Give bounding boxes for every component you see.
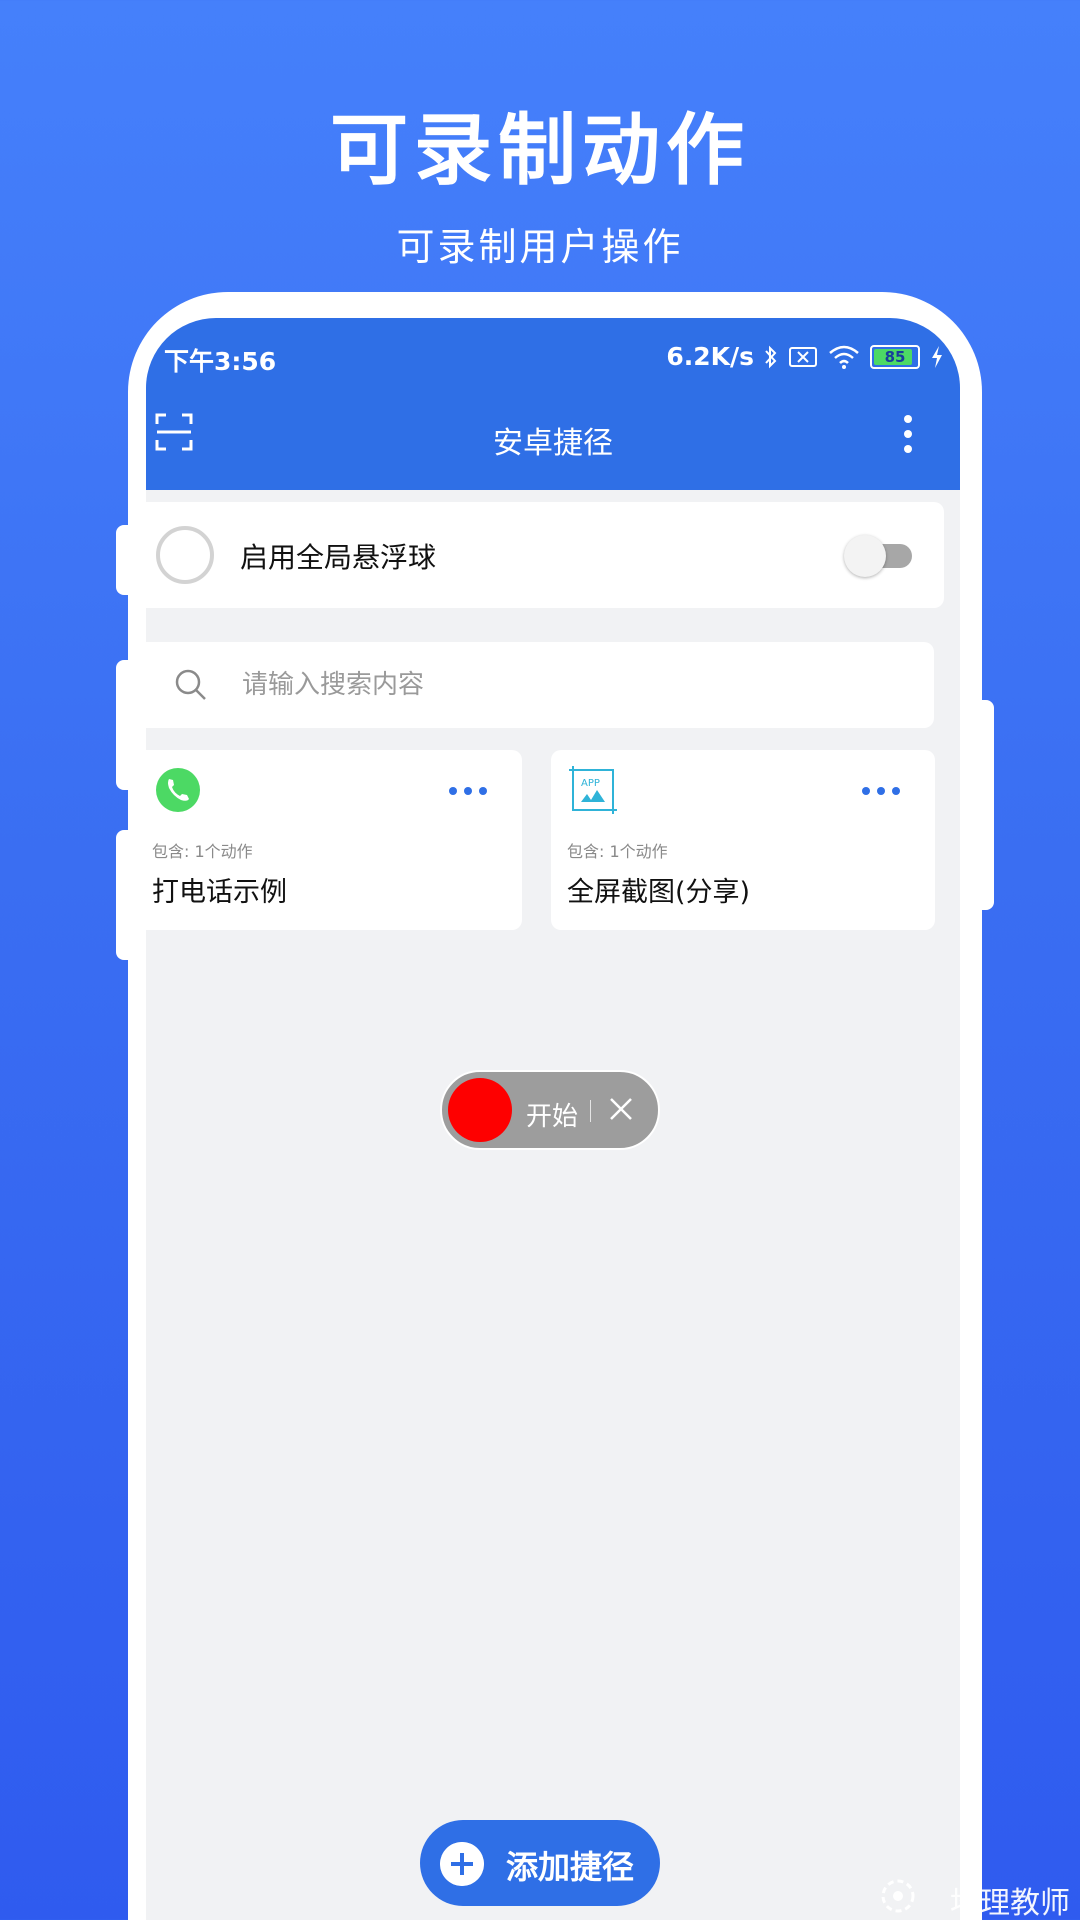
floating-ball-preview	[156, 526, 214, 584]
shortcut-name: 全屏截图(分享)	[567, 877, 751, 908]
record-controller: 开始	[440, 1070, 660, 1150]
wifi-icon	[829, 345, 859, 369]
bluetooth-icon	[765, 345, 777, 368]
hero-title: 可录制动作	[329, 106, 750, 196]
shortcut-action-count: 包含: 1个动作	[152, 842, 253, 861]
shortcut-action-count: 包含: 1个动作	[567, 842, 668, 861]
status-bar: 下午3:56 6.2K/s 85	[164, 338, 944, 382]
add-shortcut-button[interactable]: 添加捷径	[420, 1820, 660, 1906]
charging-icon	[932, 345, 942, 368]
app-bar: 下午3:56 6.2K/s 85 安卓捷径	[146, 318, 960, 490]
add-shortcut-label: 添加捷径	[506, 1848, 635, 1886]
battery-level: 85	[884, 347, 906, 366]
floating-ball-label: 启用全局悬浮球	[240, 541, 437, 574]
phone-side-button	[974, 700, 994, 910]
shortcut-card[interactable]: APP 包含: 1个动作 全屏截图(分享)	[551, 750, 935, 930]
phone-icon	[156, 768, 200, 812]
status-time: 下午3:56	[164, 347, 277, 376]
phone-side-button	[116, 830, 136, 960]
floating-ball-toggle[interactable]	[844, 535, 912, 577]
search-input[interactable]	[242, 664, 802, 706]
plus-icon	[440, 1842, 484, 1886]
watermark-logo-icon	[881, 1879, 915, 1913]
phone-screen: 下午3:56 6.2K/s 85 安卓捷径 启用全局悬浮球 请输入搜索内容 包含…	[146, 318, 960, 1920]
hero-subtitle: 可录制用户操作	[396, 225, 684, 269]
toggle-knob	[844, 535, 886, 577]
battery-icon: 85	[870, 344, 920, 369]
phone-side-button	[116, 525, 136, 595]
shortcut-more-icon[interactable]	[448, 786, 488, 796]
record-start-label[interactable]: 开始	[526, 1096, 578, 1133]
shortcut-more-icon[interactable]	[861, 786, 901, 796]
phone-side-button	[116, 660, 136, 790]
shortcut-name: 打电话示例	[152, 877, 287, 908]
net-speed: 6.2K/s	[666, 342, 754, 371]
app-screenshot-icon: APP	[569, 766, 617, 814]
watermark-text: 地理教师	[950, 1886, 1070, 1920]
search-icon	[175, 669, 206, 700]
record-button[interactable]	[448, 1078, 512, 1142]
close-icon[interactable]	[606, 1094, 636, 1124]
svg-text:APP: APP	[581, 778, 600, 789]
shortcut-card[interactable]: 包含: 1个动作 打电话示例	[146, 750, 522, 930]
search-bar	[146, 642, 934, 728]
sim-none-icon	[789, 346, 817, 367]
overflow-menu-icon[interactable]	[902, 414, 914, 454]
toolbar-title: 安卓捷径	[493, 426, 613, 461]
divider	[590, 1100, 591, 1122]
floating-ball-card: 启用全局悬浮球	[146, 502, 944, 608]
status-icons: 6.2K/s 85	[666, 342, 944, 371]
